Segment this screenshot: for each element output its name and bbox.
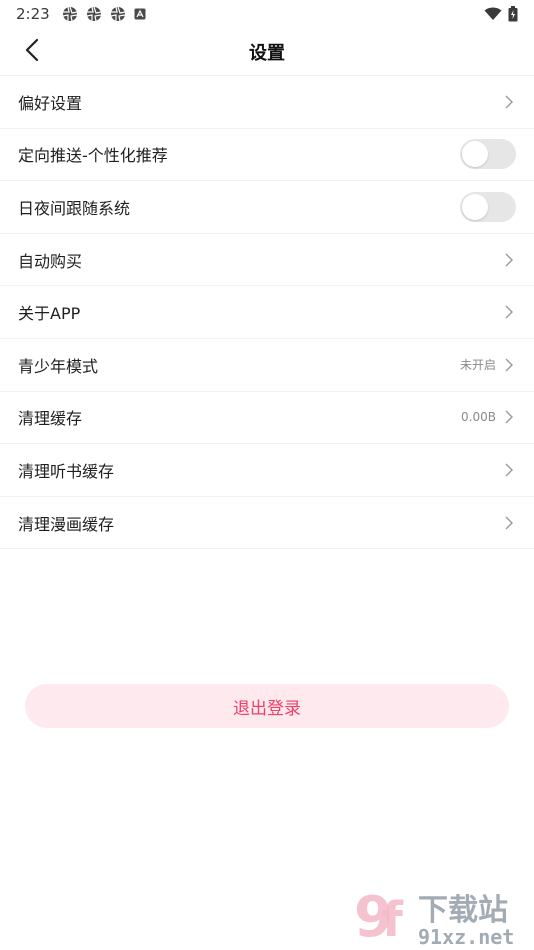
row-label: 关于APP <box>18 304 81 324</box>
row-label: 自动购买 <box>18 251 83 271</box>
settings-row-auto-purchase[interactable]: 自动购买 <box>0 234 534 287</box>
svg-text:f: f <box>382 892 404 948</box>
chevron-right-icon <box>502 94 516 110</box>
chevron-right-icon <box>502 409 516 425</box>
watermark-domain-text: 91xz.net <box>418 925 514 948</box>
aperture-icon <box>86 6 102 22</box>
chevron-right-icon <box>502 357 516 373</box>
chevron-right-icon <box>502 304 516 320</box>
aperture-icon <box>62 6 78 22</box>
settings-row-about-app[interactable]: 关于APP <box>0 286 534 339</box>
settings-screen: 2:23 设置 偏好设置 定向推送-个性化推荐 日夜间跟随系统 自动购买 关于A… <box>0 0 534 950</box>
targeted-push-toggle[interactable] <box>460 139 516 170</box>
day-night-toggle[interactable] <box>460 191 516 222</box>
cache-size: 0.00B <box>461 410 496 425</box>
notification-icons <box>62 6 146 22</box>
settings-row-teen-mode[interactable]: 青少年模式 未开启 <box>0 339 534 392</box>
settings-row-clear-comic-cache[interactable]: 清理漫画缓存 <box>0 497 534 550</box>
chevron-right-icon <box>502 252 516 268</box>
aperture-icon <box>110 6 126 22</box>
chevron-right-icon <box>502 462 516 478</box>
row-label: 定向推送-个性化推荐 <box>18 146 168 166</box>
settings-row-targeted-push: 定向推送-个性化推荐 <box>0 129 534 182</box>
watermark-brand-text: 下载站 <box>418 893 508 928</box>
chevron-right-icon <box>502 515 516 531</box>
row-label: 清理缓存 <box>18 409 83 429</box>
settings-row-day-night-follow: 日夜间跟随系统 <box>0 181 534 234</box>
row-label: 清理听书缓存 <box>18 461 115 481</box>
battery-icon <box>508 6 518 22</box>
back-button[interactable] <box>12 32 52 72</box>
settings-row-clear-cache[interactable]: 清理缓存 0.00B <box>0 392 534 445</box>
row-label: 清理漫画缓存 <box>18 514 115 534</box>
logout-button[interactable]: 退出登录 <box>25 684 509 728</box>
header: 设置 <box>0 28 534 76</box>
settings-row-preferences[interactable]: 偏好设置 <box>0 76 534 129</box>
row-label: 偏好设置 <box>18 93 83 113</box>
row-label: 青少年模式 <box>18 356 99 376</box>
page-title: 设置 <box>249 42 285 64</box>
row-label: 日夜间跟随系统 <box>18 198 131 218</box>
a-box-icon <box>134 8 146 20</box>
status-bar: 2:23 <box>0 0 534 28</box>
system-icons <box>484 6 518 22</box>
wifi-icon <box>484 7 502 21</box>
toggle-knob <box>462 141 488 168</box>
watermark-logo: 9 f 下载站 91xz.net <box>352 885 532 950</box>
toggle-knob <box>462 193 488 220</box>
back-chevron-icon <box>25 38 39 66</box>
settings-list: 偏好设置 定向推送-个性化推荐 日夜间跟随系统 自动购买 关于APP 青少年模式… <box>0 76 534 550</box>
teen-mode-status: 未开启 <box>459 358 496 373</box>
settings-row-clear-audiobook-cache[interactable]: 清理听书缓存 <box>0 444 534 497</box>
status-time: 2:23 <box>16 5 50 23</box>
